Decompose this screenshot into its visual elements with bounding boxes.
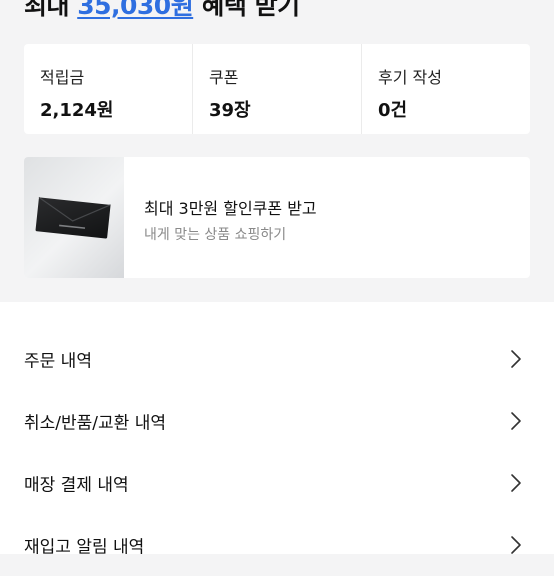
- stat-label: 쿠폰: [209, 68, 239, 87]
- promo-subtitle: 내게 맞는 상품 쇼핑하기: [144, 227, 287, 243]
- stat-points[interactable]: 적립금 2,124원: [24, 44, 192, 134]
- menu-item-label: 주문 내역: [24, 351, 92, 372]
- promo-image: [24, 157, 124, 278]
- menu-item-label: 매장 결제 내역: [24, 475, 129, 496]
- benefit-suffix: 혜택 받기: [193, 0, 300, 20]
- benefit-amount-link[interactable]: 35,030원: [77, 0, 193, 20]
- coupon-promo-banner[interactable]: 최대 3만원 할인쿠폰 받고 내게 맞는 상품 쇼핑하기: [24, 157, 530, 278]
- stat-value: 39장: [209, 100, 251, 121]
- benefit-prefix: 최대: [24, 0, 78, 20]
- stat-value: 2,124원: [40, 100, 114, 121]
- menu-list: 주문 내역 취소/반품/교환 내역 매장 결제 내역 재입고 알림 내역: [0, 302, 554, 558]
- envelope-icon: [35, 196, 111, 239]
- stat-coupons[interactable]: 쿠폰 39장: [192, 44, 361, 134]
- benefits-section: 최대 35,030원 혜택 받기 적립금 2,124원 쿠폰 39장 후기 작성…: [0, 0, 554, 302]
- stat-label: 적립금: [40, 68, 85, 87]
- stat-value: 0건: [378, 100, 408, 121]
- benefit-title[interactable]: 최대 35,030원 혜택 받기: [24, 0, 300, 22]
- menu-item-store-payments[interactable]: 매장 결제 내역: [0, 452, 554, 514]
- menu-item-restock-alerts[interactable]: 재입고 알림 내역: [0, 514, 554, 576]
- stat-label: 후기 작성: [378, 68, 442, 87]
- stat-reviews[interactable]: 후기 작성 0건: [361, 44, 530, 134]
- chevron-right-icon: [511, 536, 521, 554]
- chevron-right-icon: [511, 412, 521, 430]
- chevron-right-icon: [511, 474, 521, 492]
- menu-item-label: 취소/반품/교환 내역: [24, 413, 166, 434]
- menu-item-cancel-return-exchange[interactable]: 취소/반품/교환 내역: [0, 390, 554, 452]
- chevron-right-icon: [511, 350, 521, 368]
- stats-card: 적립금 2,124원 쿠폰 39장 후기 작성 0건: [24, 44, 530, 134]
- promo-title: 최대 3만원 할인쿠폰 받고: [144, 199, 317, 218]
- menu-item-orders[interactable]: 주문 내역: [0, 328, 554, 390]
